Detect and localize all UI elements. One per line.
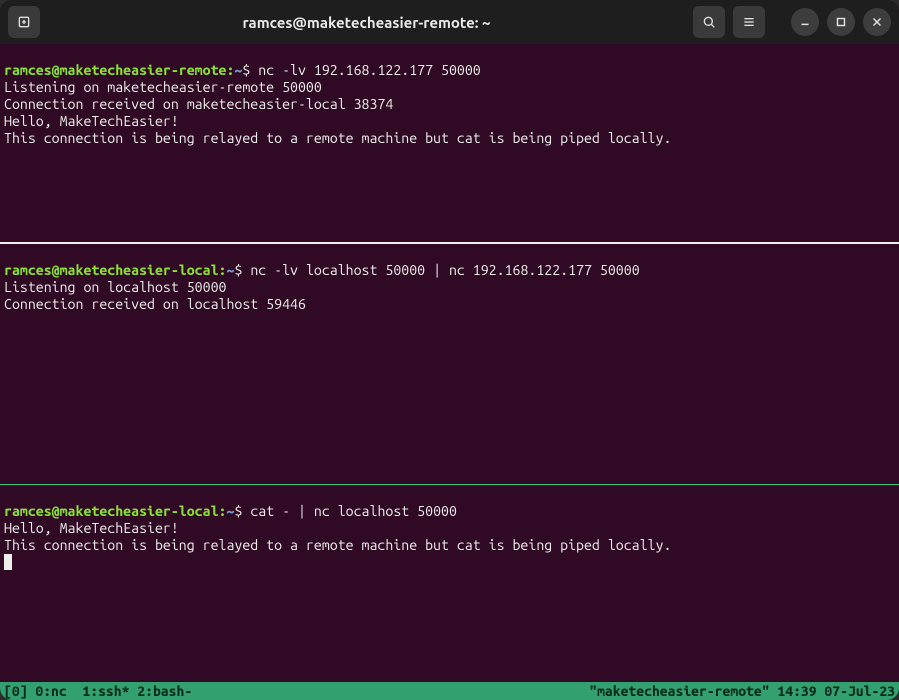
prompt-user: ramces@maketecheasier-remote: [4, 62, 226, 78]
close-button[interactable]: [863, 8, 891, 36]
prompt-user: ramces@maketecheasier-local: [4, 262, 219, 278]
terminal-area[interactable]: ramces@maketecheasier-remote:~$ nc -lv 1…: [0, 44, 899, 682]
command-text: cat - | nc localhost 50000: [250, 503, 457, 519]
output-line: Listening on maketecheasier-remote 50000: [4, 79, 322, 95]
cursor: [4, 554, 12, 570]
prompt-user: ramces@maketecheasier-local: [4, 503, 219, 519]
output-line: Connection received on maketecheasier-lo…: [4, 96, 393, 112]
search-button[interactable]: [693, 6, 725, 38]
command-text: nc -lv localhost 50000 | nc 192.168.122.…: [250, 262, 639, 278]
minimize-button[interactable]: [791, 8, 819, 36]
status-left: [0] 0:nc 1:ssh* 2:bash-: [4, 682, 192, 700]
menu-button[interactable]: [733, 6, 765, 38]
status-right: "maketecheasier-remote" 14:39 07-Jul-23: [589, 682, 895, 700]
window-title: ramces@maketecheasier-remote: ~: [48, 14, 685, 31]
output-line: Hello, MakeTechEasier!: [4, 113, 179, 129]
new-tab-button[interactable]: [8, 6, 40, 38]
tmux-statusbar: [0] 0:nc 1:ssh* 2:bash- "maketecheasier-…: [0, 682, 899, 700]
titlebar: ramces@maketecheasier-remote: ~: [0, 0, 899, 44]
tmux-pane-bottom[interactable]: ramces@maketecheasier-local:~$ cat - | n…: [0, 485, 899, 682]
command-text: nc -lv 192.168.122.177 50000: [258, 62, 480, 78]
output-line: Connection received on localhost 59446: [4, 296, 306, 312]
output-line: Hello, MakeTechEasier!: [4, 520, 179, 536]
output-line: This connection is being relayed to a re…: [4, 130, 671, 146]
output-line: Listening on localhost 50000: [4, 279, 226, 295]
tmux-pane-middle[interactable]: ramces@maketecheasier-local:~$ nc -lv lo…: [0, 244, 899, 485]
maximize-button[interactable]: [827, 8, 855, 36]
output-line: This connection is being relayed to a re…: [4, 537, 671, 553]
terminal-window: ramces@maketecheasier-remote: ~ ramces@m…: [0, 0, 899, 700]
tmux-pane-top[interactable]: ramces@maketecheasier-remote:~$ nc -lv 1…: [0, 44, 899, 244]
